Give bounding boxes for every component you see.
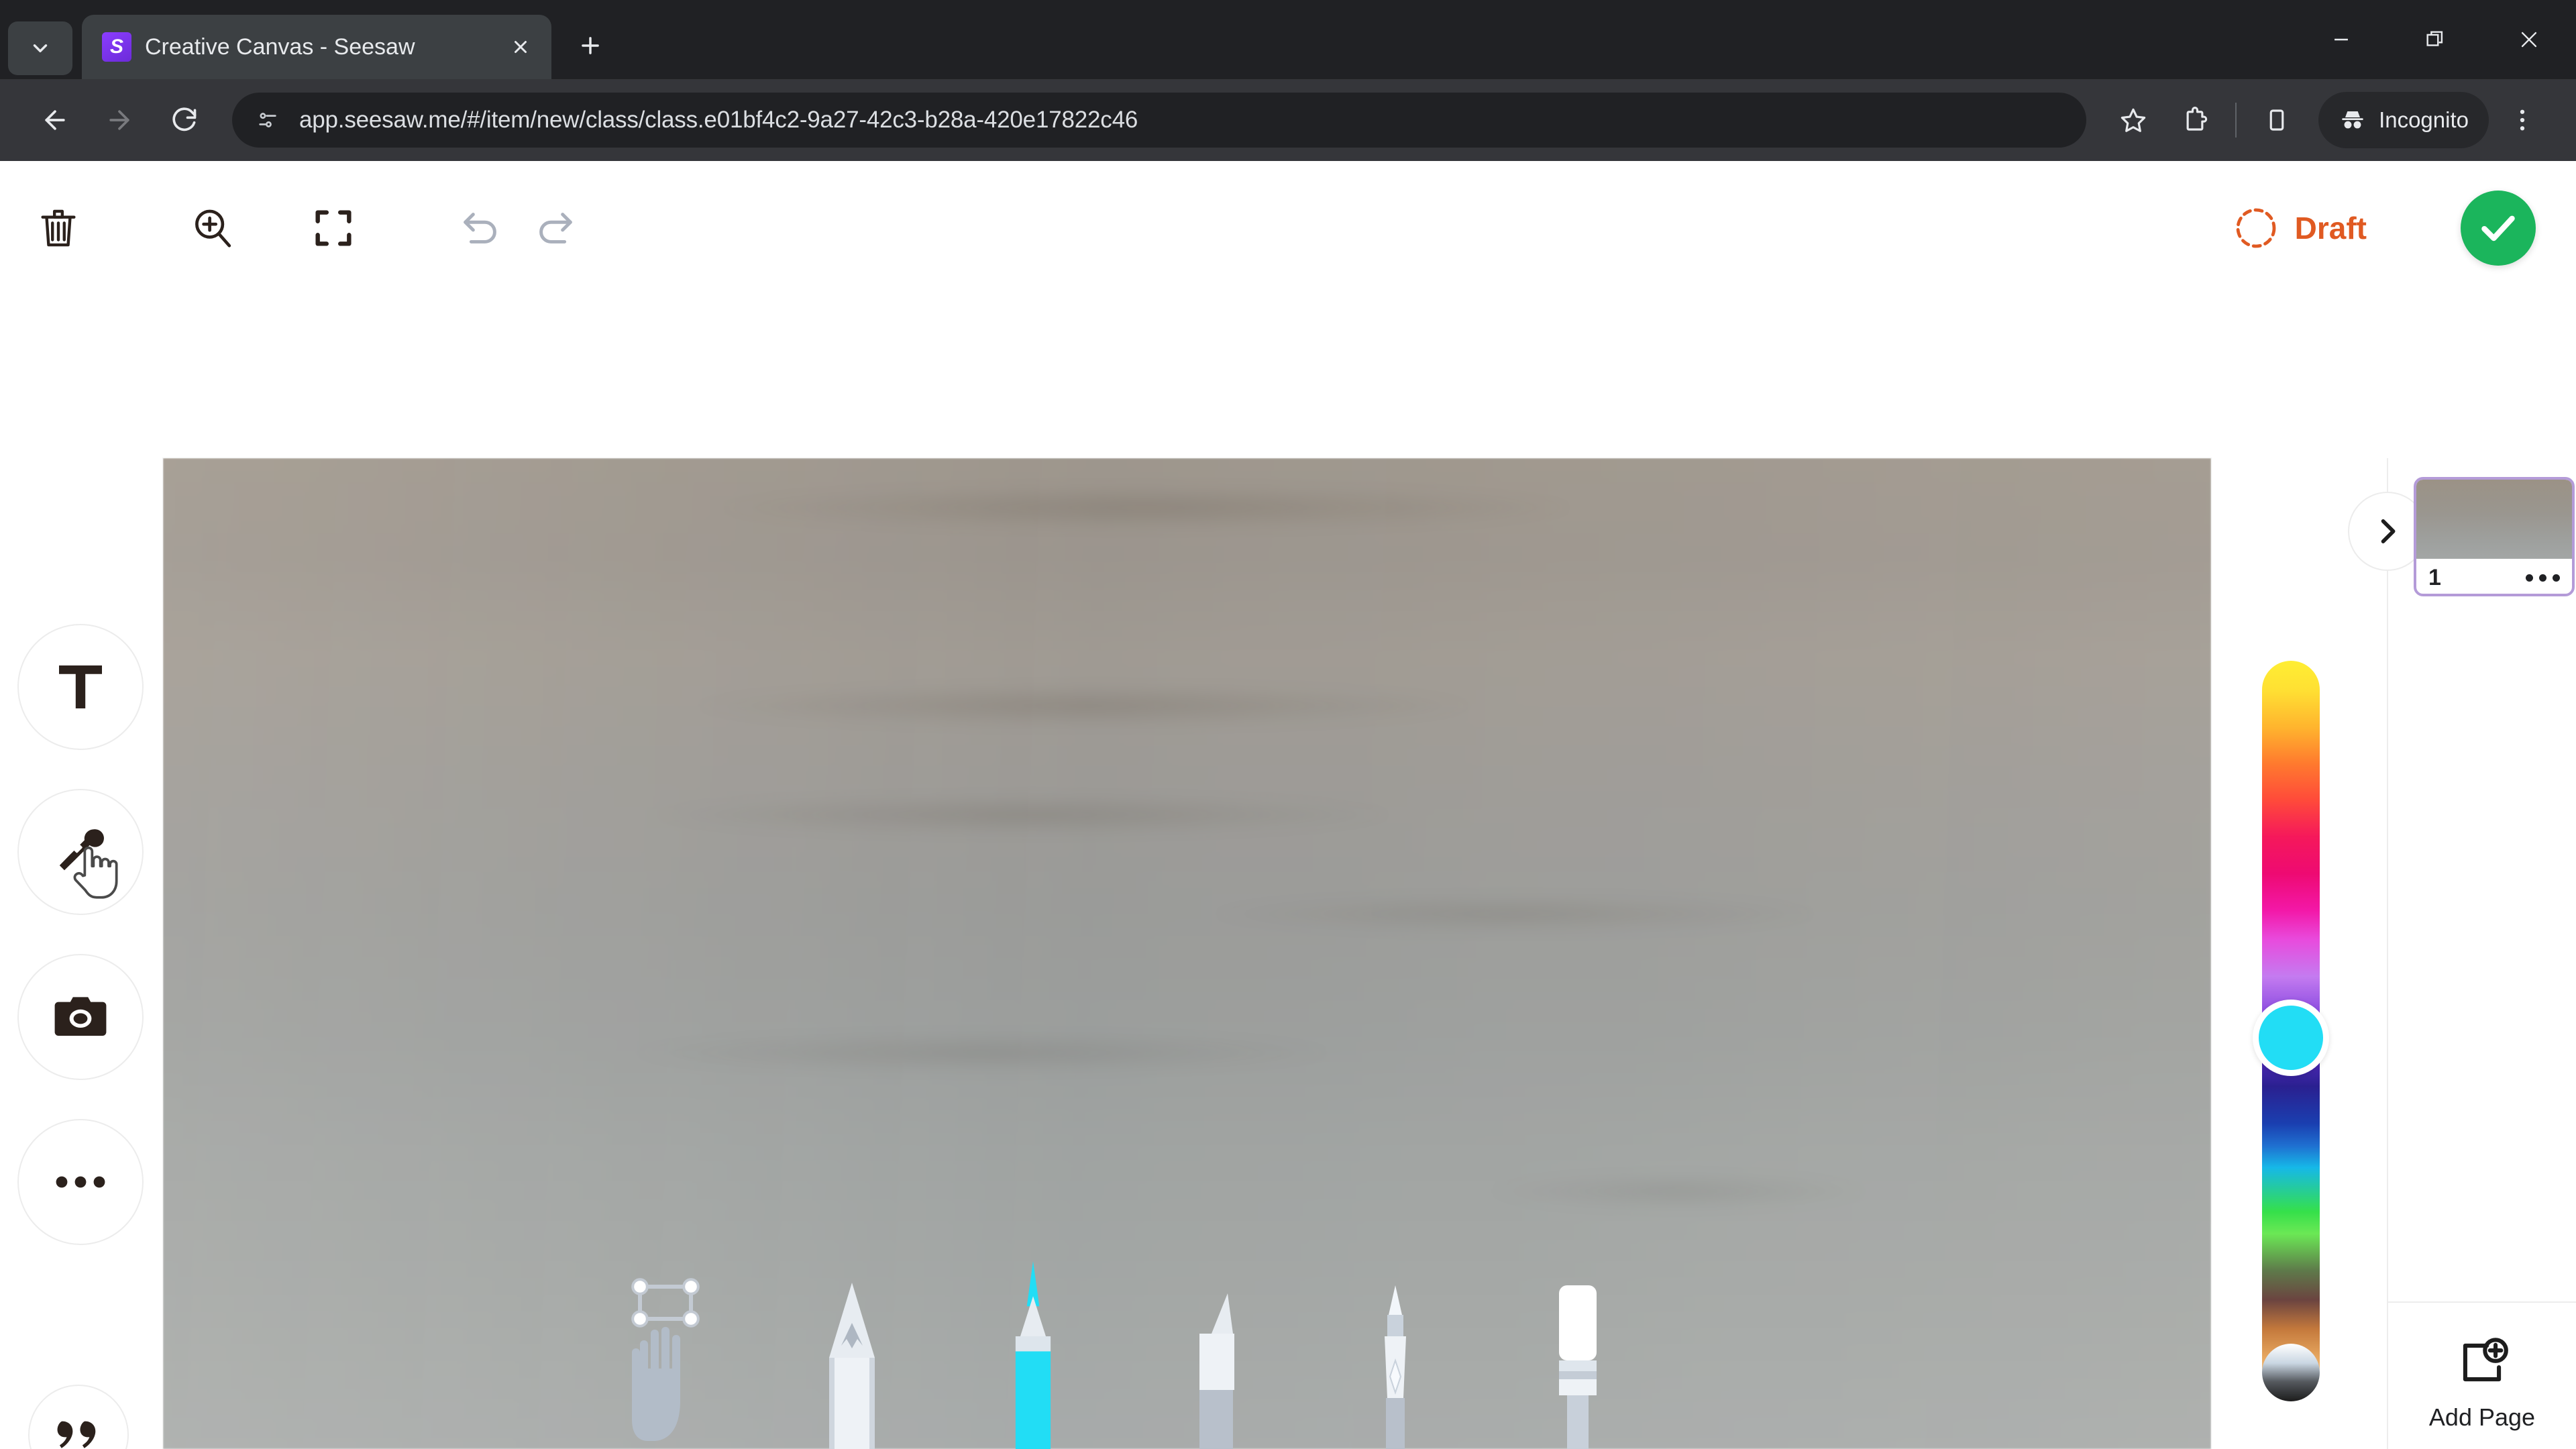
page-number: 1 <box>2428 564 2441 590</box>
move-tool-button[interactable] <box>624 1278 718 1449</box>
fit-to-screen-icon[interactable] <box>297 191 370 265</box>
add-page-icon <box>2463 1338 2508 1382</box>
color-palette[interactable] <box>2253 661 2329 1401</box>
incognito-indicator[interactable]: Incognito <box>2318 92 2489 148</box>
window-controls <box>2294 0 2576 79</box>
tab-title: Creative Canvas - Seesaw <box>145 34 415 60</box>
three-dot-menu-icon[interactable] <box>2491 89 2553 151</box>
glitter-pen-tool-button[interactable] <box>1348 1285 1442 1449</box>
site-settings-icon[interactable] <box>252 105 283 136</box>
add-page-label: Add Page <box>2428 1403 2536 1431</box>
page-panel: 1 Add Page <box>2348 458 2576 1449</box>
status-badge: Draft <box>2232 204 2367 252</box>
side-panel-icon[interactable] <box>2246 89 2308 151</box>
toolbar-actions: Incognito <box>2102 89 2553 151</box>
drawing-tool-tray <box>624 1261 1623 1449</box>
status-label: Draft <box>2294 211 2367 246</box>
page-thumbnail[interactable]: 1 <box>2414 477 2575 596</box>
redo-button[interactable] <box>518 191 592 265</box>
eraser-tool-button[interactable] <box>1529 1285 1623 1449</box>
seesaw-creative-canvas-app: Draft 1 Add Page <box>0 161 2576 1449</box>
browser-toolbar: app.seesaw.me/#/item/new/class/class.e01… <box>0 79 2576 161</box>
voice-tool-button[interactable] <box>17 789 144 915</box>
tab-strip: S Creative Canvas - Seesaw <box>0 0 2576 79</box>
black-white-gradient-swatch[interactable] <box>2262 1344 2320 1401</box>
tab-search-button[interactable] <box>8 21 72 75</box>
browser-window: S Creative Canvas - Seesaw app.seesaw.me… <box>0 0 2576 1449</box>
incognito-label: Incognito <box>2379 107 2469 132</box>
undo-button[interactable] <box>444 191 518 265</box>
back-button[interactable] <box>23 88 87 152</box>
browser-tab[interactable]: S Creative Canvas - Seesaw <box>82 15 551 79</box>
url-text[interactable]: app.seesaw.me/#/item/new/class/class.e01… <box>299 107 2066 133</box>
text-tool-button[interactable] <box>17 624 144 750</box>
zoom-in-icon[interactable] <box>176 191 250 265</box>
pencil-tool-button[interactable] <box>805 1283 899 1449</box>
toolbar-divider <box>2235 103 2237 138</box>
app-toolbar: Draft <box>0 161 2576 295</box>
maximize-button[interactable] <box>2388 0 2482 79</box>
pen-tool-button[interactable] <box>986 1261 1080 1449</box>
photo-tool-button[interactable] <box>17 954 144 1080</box>
more-tools-button[interactable] <box>17 1119 144 1245</box>
extensions-puzzle-icon[interactable] <box>2164 89 2226 151</box>
trash-icon[interactable] <box>21 191 95 265</box>
creation-tool-rail <box>17 624 144 1449</box>
close-window-button[interactable] <box>2482 0 2576 79</box>
add-page-button[interactable]: Add Page <box>2388 1334 2576 1432</box>
panel-divider <box>2388 1301 2576 1303</box>
done-button[interactable] <box>2461 191 2536 266</box>
seesaw-favicon: S <box>102 32 131 62</box>
forward-button[interactable] <box>87 88 152 152</box>
address-bar[interactable]: app.seesaw.me/#/item/new/class/class.e01… <box>232 93 2087 148</box>
bookmark-star-icon[interactable] <box>2102 89 2164 151</box>
tab-close-button[interactable] <box>504 31 537 63</box>
page-menu-button[interactable] <box>2526 574 2560 582</box>
marker-tool-button[interactable] <box>1167 1288 1261 1449</box>
reload-button[interactable] <box>152 88 216 152</box>
new-tab-button[interactable] <box>566 21 614 70</box>
caption-tool-button[interactable] <box>28 1385 129 1449</box>
selected-color-swatch[interactable] <box>2253 1000 2329 1076</box>
page-thumbnail-bar: 1 <box>2416 559 2572 594</box>
minimize-button[interactable] <box>2294 0 2388 79</box>
page-thumbnail-preview <box>2416 480 2572 559</box>
